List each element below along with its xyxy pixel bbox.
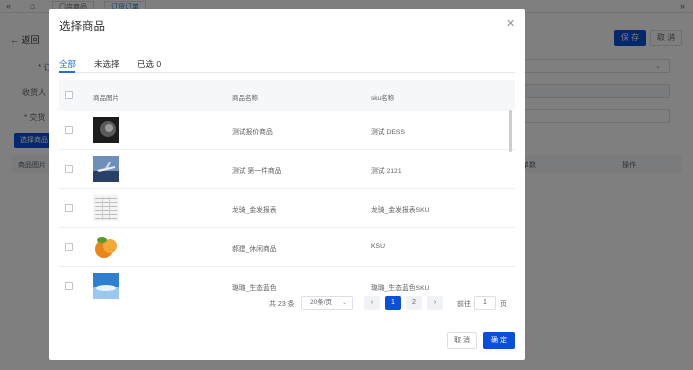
- th-name: 商品名称: [232, 95, 258, 102]
- product-name: 龙骑_金发报表: [232, 207, 277, 214]
- table-row[interactable]: 郝建_休闲商品 KSU: [59, 228, 515, 267]
- table-body: 测试报价商品 测试 DESS 测试 第一件商品 测试 2121 龙骑_金发报表 …: [59, 111, 515, 300]
- table-row[interactable]: 龙骑_金发报表 龙骑_金发报表SKU: [59, 189, 515, 228]
- product-name: 测试 第一件商品: [232, 168, 282, 175]
- page-button-1[interactable]: 1: [385, 296, 401, 310]
- chevron-down-icon: ⌄: [341, 300, 347, 306]
- row-checkbox[interactable]: [65, 204, 73, 212]
- dialog-cancel-button[interactable]: 取 消: [447, 332, 477, 349]
- prev-page-button[interactable]: ‹: [364, 296, 380, 310]
- select-all-checkbox[interactable]: [65, 91, 73, 99]
- table-scrollbar[interactable]: [509, 110, 512, 152]
- table-row[interactable]: 测试报价商品 测试 DESS: [59, 111, 515, 150]
- pagination-total: 共 23 条: [269, 301, 295, 308]
- tab-unselected[interactable]: 未选择: [94, 58, 120, 70]
- dialog-tabs: 全部 未选择 已选 0: [59, 56, 515, 73]
- row-checkbox[interactable]: [65, 165, 73, 173]
- sku-name: 璐璐_生态蓝色SKU: [371, 285, 430, 292]
- table-header: 商品图片 商品名称 sku名称: [59, 80, 515, 111]
- product-name: 郝建_休闲商品: [232, 246, 277, 253]
- tab-all[interactable]: 全部: [59, 58, 76, 70]
- goto-label: 前往: [457, 301, 471, 308]
- table-row[interactable]: 测试 第一件商品 测试 2121: [59, 150, 515, 189]
- next-page-button[interactable]: ›: [427, 296, 443, 310]
- sku-name: 龙骑_金发报表SKU: [371, 207, 430, 214]
- product-image: [93, 195, 119, 221]
- product-name: 璐璐_生态蓝色: [232, 285, 277, 292]
- page-size-select[interactable]: 20条/页 ⌄: [301, 296, 353, 310]
- page-button-2[interactable]: 2: [406, 296, 422, 310]
- product-image: [93, 156, 119, 182]
- tab-active-indicator: [59, 71, 75, 73]
- product-name: 测试报价商品: [232, 129, 273, 136]
- tab-selected[interactable]: 已选 0: [137, 58, 161, 70]
- select-goods-dialog: 选择商品 ✕ 全部 未选择 已选 0 商品图片 商品名称 sku名称 测试报价商…: [49, 9, 525, 360]
- sku-name: KSU: [371, 243, 385, 250]
- th-image: 商品图片: [93, 95, 119, 102]
- product-image: [93, 273, 119, 299]
- page-size-value: 20条/页: [310, 299, 333, 306]
- row-checkbox[interactable]: [65, 126, 73, 134]
- dialog-title: 选择商品: [59, 21, 105, 33]
- sku-name: 测试 DESS: [371, 129, 405, 136]
- product-image: [93, 117, 119, 143]
- row-checkbox[interactable]: [65, 282, 73, 290]
- th-sku: sku名称: [371, 95, 395, 102]
- goto-page-input[interactable]: 1: [474, 296, 496, 310]
- dialog-confirm-button[interactable]: 确 定: [483, 332, 515, 349]
- row-checkbox[interactable]: [65, 243, 73, 251]
- table-row[interactable]: 璐璐_生态蓝色 璐璐_生态蓝色SKU: [59, 267, 515, 300]
- sku-name: 测试 2121: [371, 168, 402, 175]
- product-image: [93, 234, 119, 260]
- close-icon[interactable]: ✕: [506, 17, 515, 30]
- page-unit-label: 页: [500, 301, 507, 308]
